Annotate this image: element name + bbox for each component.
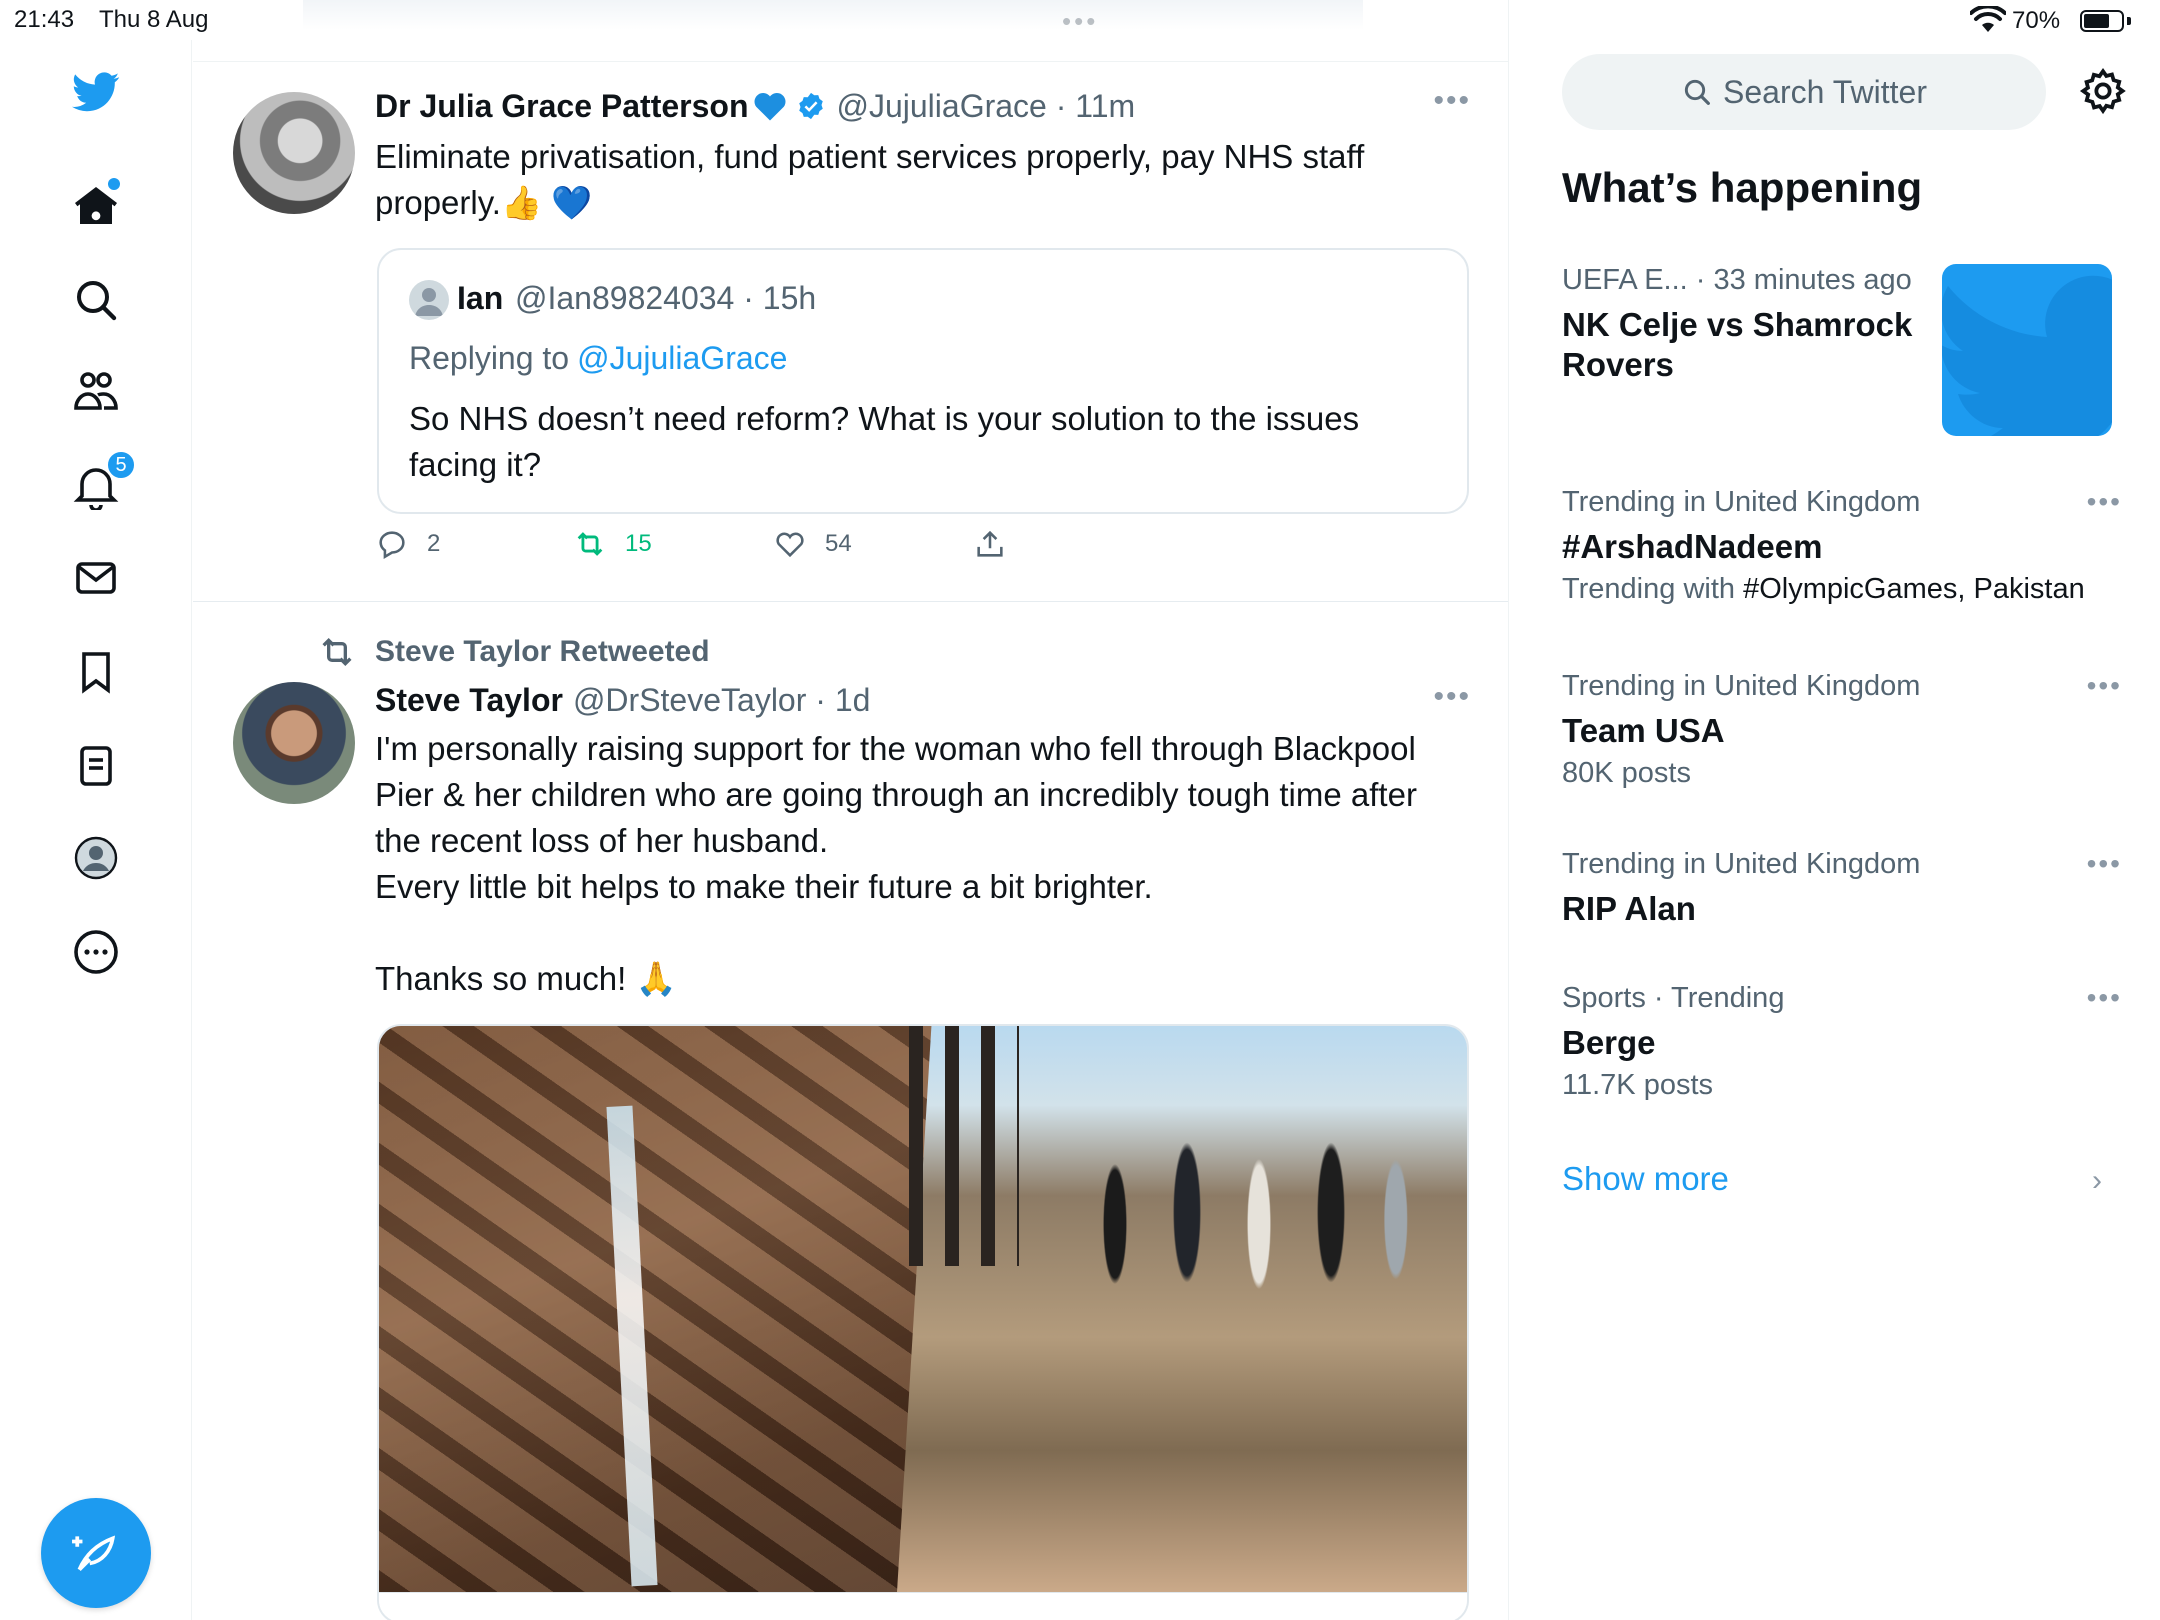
more-icon[interactable] <box>66 922 126 982</box>
verified-badge-icon <box>799 92 824 120</box>
trend-sub: 11.7K posts <box>1562 1069 1714 1101</box>
retweeted-by: Steve Taylor Retweeted <box>317 632 710 672</box>
compose-tweet-button[interactable] <box>41 1498 151 1608</box>
feed-top-bar <box>193 0 1508 62</box>
quote-handle-time: @Ian89824034 · 15h <box>515 280 817 316</box>
author-name[interactable]: Dr Julia Grace Patterson <box>375 88 748 125</box>
tweet-emojis: 👍 💙 <box>500 184 593 221</box>
trend-item[interactable]: Trending in United Kingdom RIP Alan ••• <box>1562 848 2122 929</box>
messages-icon[interactable] <box>66 548 126 608</box>
retweet-icon <box>322 637 352 667</box>
search-input[interactable]: Search Twitter <box>1562 54 2046 130</box>
twitter-logo[interactable] <box>66 62 126 122</box>
quote-author-name: Ian <box>457 280 504 316</box>
profile-icon[interactable] <box>66 828 126 888</box>
retweeted-by-label[interactable]: Steve Taylor Retweeted <box>375 635 710 669</box>
trend-more-icon[interactable]: ••• <box>2087 486 2122 518</box>
status-date: Thu 8 Aug <box>99 6 209 33</box>
trend-item[interactable]: Trending in United Kingdom #ArshadNadeem… <box>1562 486 2122 606</box>
search-icon <box>1684 79 1710 105</box>
trend-meta: Sports · Trending <box>1562 982 1785 1014</box>
tweet-text: Eliminate privatisation, fund patient se… <box>375 138 1365 221</box>
trend-sub: Trending with #OlympicGames, Pakistan <box>1562 573 2085 605</box>
settings-gear-icon[interactable] <box>2078 66 2128 116</box>
quote-text: So NHS doesn’t need reform? What is your… <box>409 400 1360 483</box>
avatar[interactable] <box>233 92 355 214</box>
tweet[interactable]: Dr Julia Grace Patterson @JujuliaGrace ·… <box>193 62 1508 602</box>
media-image-pier-underside <box>379 1026 939 1592</box>
tweet-header: Dr Julia Grace Patterson @JujuliaGrace ·… <box>375 86 1135 126</box>
share-button[interactable] <box>973 524 1007 564</box>
chevron-right-icon: › <box>2092 1164 2102 1197</box>
trend-thumbnail[interactable] <box>1942 264 2112 436</box>
quoted-tweet[interactable]: Ian @Ian89824034 · 15h Replying to @Jujul… <box>377 248 1469 514</box>
communities-icon[interactable] <box>66 362 126 422</box>
blue-heart-emoji-icon <box>754 93 786 121</box>
author-handle-time: @JujuliaGrace · 11m <box>836 87 1136 124</box>
retweet-count: 15 <box>625 530 652 557</box>
reply-icon <box>379 531 405 560</box>
retweet-button[interactable]: 15 <box>573 524 652 564</box>
trend-item[interactable]: Sports · Trending Berge 11.7K posts ••• <box>1562 982 2122 1102</box>
tweet-text: I'm personally raising support for the w… <box>375 730 1417 997</box>
twitter-bird-icon <box>72 72 120 112</box>
tweet-header: Steve Taylor @DrSteveTaylor · 1d <box>375 680 870 720</box>
notifications-icon[interactable]: 5 <box>66 450 136 516</box>
trend-more-icon[interactable]: ••• <box>2087 982 2122 1014</box>
timeline-feed[interactable]: Dr Julia Grace Patterson @JujuliaGrace ·… <box>193 0 1509 1620</box>
notifications-badge: 5 <box>106 450 136 480</box>
tweet-media[interactable] <box>377 1024 1469 1620</box>
tweet-actions: 2 15 54 <box>375 524 1075 564</box>
left-nav: 5 <box>0 40 192 1620</box>
home-icon[interactable] <box>66 176 126 236</box>
trend-item[interactable]: Trending in United Kingdom Team USA 80K … <box>1562 670 2122 790</box>
trend-sub: 80K posts <box>1562 757 1691 789</box>
status-time: 21:43 <box>14 6 75 33</box>
quote-replying-to: Replying to @JujuliaGrace <box>409 340 788 376</box>
quote-avatar <box>409 280 449 320</box>
trend-more-icon[interactable]: ••• <box>2087 848 2122 880</box>
trend-title: #ArshadNadeem <box>1562 528 1823 565</box>
tweet-emoji: 🙏 <box>635 960 677 997</box>
right-sidebar: Search Twitter What’s happening UEFA E..… <box>1510 0 2160 1620</box>
trend-title: Berge <box>1562 1024 1656 1061</box>
tweet-more-icon[interactable]: ••• <box>1433 84 1471 118</box>
search-placeholder: Search Twitter <box>1723 73 1927 110</box>
trend-more-icon[interactable]: ••• <box>2087 670 2122 702</box>
trend-meta: Trending in United Kingdom <box>1562 670 1921 702</box>
author-handle-time: @DrSteveTaylor · 1d <box>572 681 871 718</box>
share-icon <box>977 530 1003 557</box>
retweet-icon <box>577 532 603 556</box>
whats-happening-title: What’s happening <box>1562 164 1923 211</box>
lists-icon[interactable] <box>66 736 126 796</box>
tweet-more-icon[interactable]: ••• <box>1433 680 1471 714</box>
like-button[interactable]: 54 <box>773 524 852 564</box>
avatar[interactable] <box>233 682 355 804</box>
reply-count: 2 <box>427 530 441 557</box>
trend-meta: Trending in United Kingdom <box>1562 486 1921 518</box>
like-count: 54 <box>825 530 852 557</box>
compose-feather-icon <box>72 1535 116 1571</box>
heart-icon <box>776 532 804 558</box>
reply-button[interactable]: 2 <box>375 524 440 564</box>
bookmarks-icon[interactable] <box>66 642 126 702</box>
trend-title: NK Celje vs Shamrock Rovers <box>1562 306 1913 383</box>
author-name[interactable]: Steve Taylor <box>375 682 563 719</box>
trend-meta: Trending in United Kingdom <box>1562 848 1921 880</box>
search-icon[interactable] <box>66 270 126 330</box>
trend-title: Team USA <box>1562 712 1725 749</box>
trend-title: RIP Alan <box>1562 890 1696 927</box>
tweet[interactable]: Steve Taylor Retweeted Steve Taylor @DrS… <box>193 602 1508 1620</box>
replying-to-link[interactable]: @JujuliaGrace <box>577 340 787 376</box>
home-unread-dot <box>108 178 120 190</box>
show-more-link[interactable]: Show more <box>1562 1160 1729 1198</box>
